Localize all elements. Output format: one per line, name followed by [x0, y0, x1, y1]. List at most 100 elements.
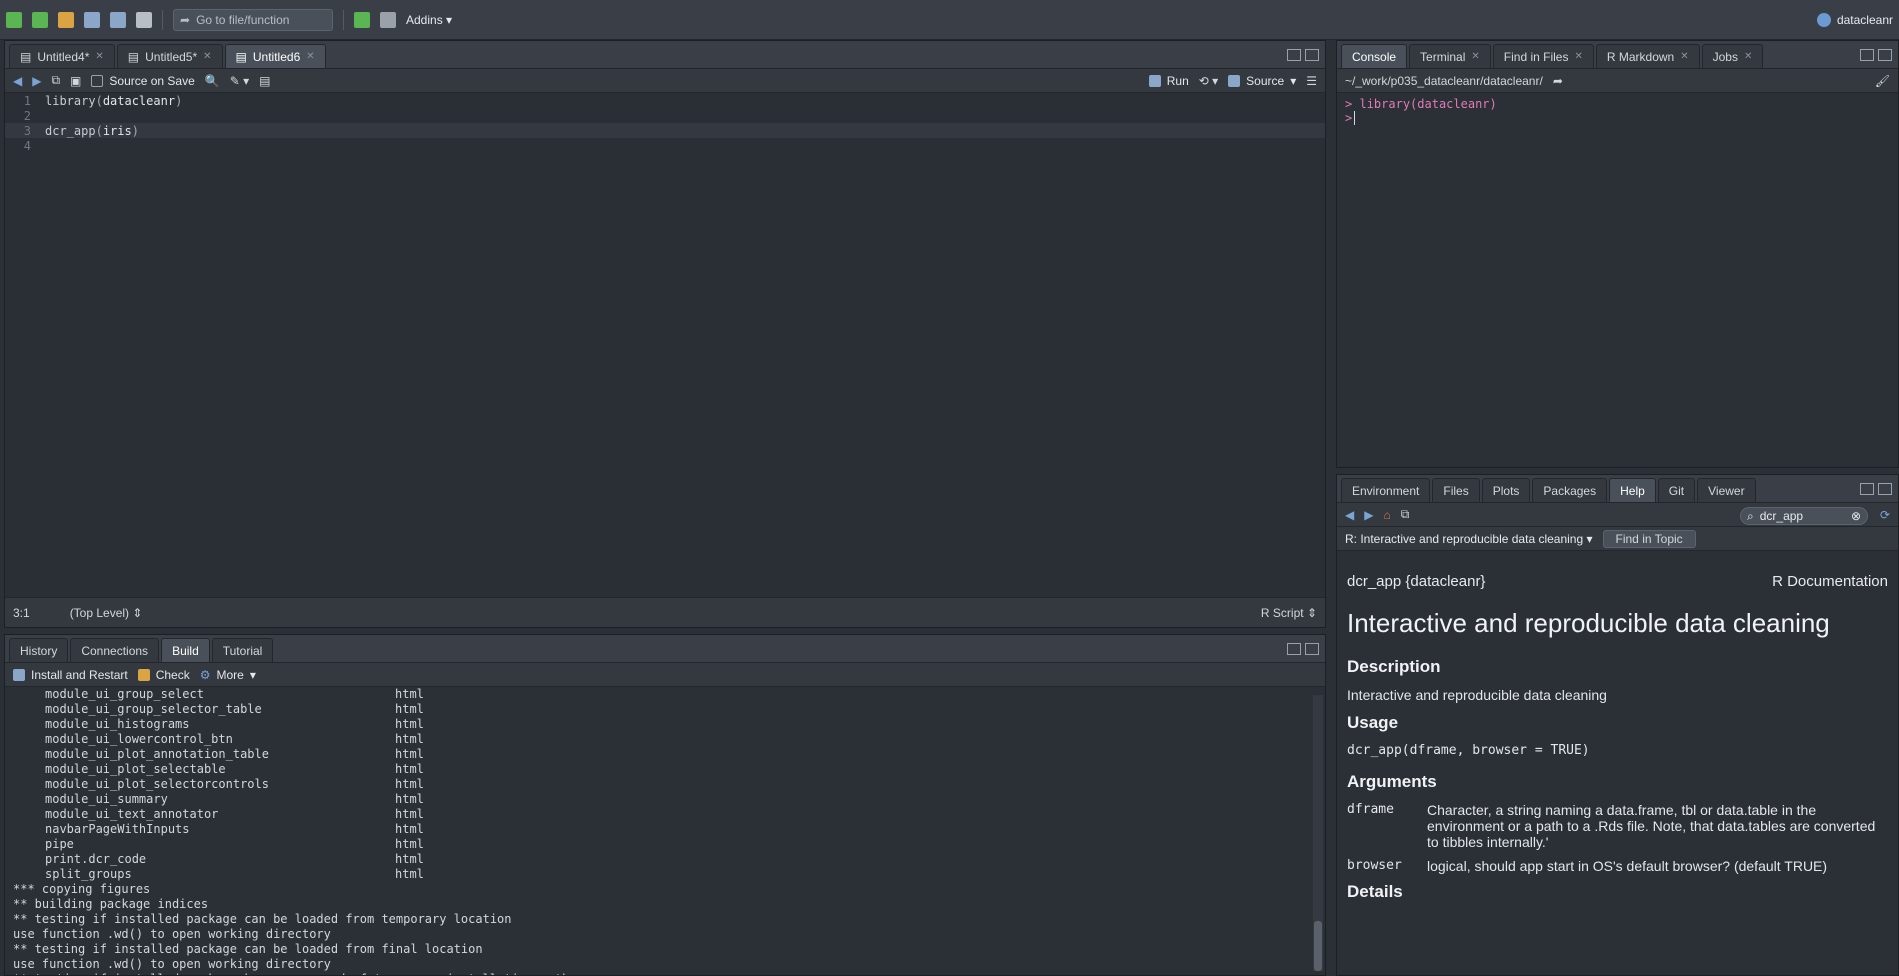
r-file-icon: ▤ [127, 49, 140, 64]
build-log-line: module_ui_plot_selectable html [45, 762, 424, 776]
rerun-icon[interactable]: ⟲ ▾ [1199, 74, 1218, 88]
addins-menu[interactable]: Addins ▾ [406, 13, 452, 27]
source-button[interactable]: Source ▾ [1228, 74, 1296, 88]
gear-icon: ⚙ [199, 667, 211, 682]
save-all-icon[interactable] [110, 11, 126, 28]
outline-icon[interactable]: ☰ [1306, 74, 1317, 88]
search-icon[interactable]: 🔍 [205, 74, 220, 88]
close-icon[interactable]: ✕ [1744, 51, 1752, 62]
build-log-line: ** testing if installed package can be l… [13, 912, 512, 926]
code-line[interactable]: 2 [5, 108, 1325, 123]
run-button[interactable]: Run [1148, 74, 1189, 88]
maximize-icon[interactable] [1878, 483, 1892, 495]
source-on-save-checkbox[interactable]: Source on Save [91, 74, 195, 88]
build-log-line: ** testing if installed package can be l… [13, 942, 483, 956]
close-icon[interactable]: ✕ [1574, 51, 1582, 62]
tab-jobs[interactable]: Jobs ✕ [1701, 44, 1764, 68]
window-controls [1287, 49, 1319, 61]
find-in-topic-button[interactable]: Find in Topic [1602, 529, 1696, 548]
code-line[interactable]: 1 library(datacleanr) [5, 93, 1325, 108]
close-icon[interactable]: ✕ [306, 51, 314, 62]
build-log-line: module_ui_summary html [45, 792, 424, 806]
home-icon[interactable]: ⌂ [1383, 508, 1390, 522]
code-line[interactable]: 4 [5, 138, 1325, 153]
version-control-icon[interactable] [354, 11, 370, 28]
close-icon[interactable]: ✕ [95, 51, 103, 62]
check-button[interactable]: Check [137, 668, 190, 682]
argument-row: browser logical, should app start in OS's… [1347, 858, 1828, 874]
file-type-selector[interactable]: R Script ⇕ [1261, 606, 1317, 620]
arrow-right-icon: ➦ [180, 12, 191, 27]
tab-help[interactable]: Help [1609, 478, 1656, 502]
build-log-line: split_groups html [45, 867, 424, 881]
save-icon[interactable]: ▣ [70, 74, 81, 88]
more-menu[interactable]: ⚙ More ▾ [200, 668, 256, 682]
minimize-icon[interactable] [1860, 49, 1874, 61]
open-folder-icon[interactable] [58, 11, 74, 28]
minimize-icon[interactable] [1287, 643, 1301, 655]
window-controls [1860, 483, 1892, 495]
maximize-icon[interactable] [1878, 49, 1892, 61]
maximize-icon[interactable] [1305, 49, 1319, 61]
clear-search-icon[interactable]: ⊗ [1851, 509, 1861, 523]
build-scrollbar[interactable] [1313, 695, 1323, 971]
close-icon[interactable]: ✕ [203, 51, 211, 62]
tab-packages[interactable]: Packages [1532, 478, 1608, 502]
topic-select[interactable]: R: Interactive and reproducible data cle… [1345, 532, 1593, 546]
scope-selector[interactable]: (Top Level) ⇕ [70, 606, 143, 620]
console-input-line[interactable]: > [1345, 111, 1890, 125]
new-file-icon[interactable] [6, 11, 22, 28]
back-arrow-icon[interactable]: ◀ [13, 74, 22, 88]
tab-console[interactable]: Console [1341, 44, 1408, 68]
tab-git[interactable]: Git [1657, 478, 1696, 502]
console-tabs: Console Terminal ✕ Find in Files ✕ R Markd… [1337, 41, 1898, 69]
help-title: Interactive and reproducible data cleani… [1347, 608, 1830, 638]
go-to-directory-icon[interactable]: ➦ [1553, 74, 1563, 88]
save-icon[interactable] [84, 11, 100, 28]
goto-file-function-input[interactable]: ➦ Go to file/function [173, 8, 333, 31]
tab-build[interactable]: Build [161, 638, 210, 662]
minimize-icon[interactable] [1287, 49, 1301, 61]
goto-placeholder: Go to file/function [196, 12, 290, 27]
minimize-icon[interactable] [1860, 483, 1874, 495]
tab-connections[interactable]: Connections [70, 638, 160, 662]
code-tools-icon[interactable]: ✎ ▾ [230, 74, 249, 88]
show-in-window-icon[interactable]: ⧉ [51, 73, 60, 88]
back-arrow-icon[interactable]: ◀ [1345, 508, 1354, 522]
tab-history[interactable]: History [9, 638, 69, 662]
tab-find-in-files[interactable]: Find in Files ✕ [1492, 44, 1594, 68]
tab-environment[interactable]: Environment [1341, 478, 1431, 502]
forward-arrow-icon[interactable]: ▶ [1364, 508, 1373, 522]
compile-report-icon[interactable]: ▤ [259, 74, 270, 88]
code-line-current[interactable]: 3 dcr_app(iris) [5, 123, 1325, 138]
project-menu[interactable]: datacleanr [1816, 12, 1893, 27]
tab-terminal[interactable]: Terminal ✕ [1409, 44, 1491, 68]
details-heading: Details [1347, 882, 1403, 901]
tab-r-markdown[interactable]: R Markdown ✕ [1595, 44, 1700, 68]
description-text: Interactive and reproducible data cleani… [1347, 687, 1607, 703]
pane-layout-icon[interactable] [380, 11, 396, 28]
source-pane: ▤ Untitled4* ✕ ▤ Untitled5* ✕ ▤ Untitled6 ✕ ◀ … [4, 40, 1326, 628]
code-editor[interactable]: 1 library(datacleanr) 2 3 dcr_app(iris) 4 [5, 93, 1325, 597]
tab-plots[interactable]: Plots [1481, 478, 1531, 502]
tab-untitled5[interactable]: ▤ Untitled5* ✕ [116, 44, 223, 68]
show-in-window-icon[interactable]: ⧉ [1401, 507, 1410, 522]
clear-console-icon[interactable]: 🖌 [1875, 74, 1890, 88]
maximize-icon[interactable] [1305, 643, 1319, 655]
build-log-line: module_ui_group_select html [45, 687, 424, 701]
print-icon[interactable] [136, 11, 152, 28]
install-and-restart-button[interactable]: Install and Restart [13, 668, 128, 682]
build-log-line: ** testing if installed package keeps a … [13, 972, 1317, 975]
new-project-icon[interactable] [32, 11, 48, 28]
tab-untitled6[interactable]: ▤ Untitled6 ✕ [224, 44, 326, 68]
close-icon[interactable]: ✕ [1680, 51, 1688, 62]
forward-arrow-icon[interactable]: ▶ [32, 74, 41, 88]
tab-viewer[interactable]: Viewer [1697, 478, 1756, 502]
refresh-icon[interactable]: ⟳ [1880, 508, 1890, 522]
close-icon[interactable]: ✕ [1471, 51, 1479, 62]
console-output[interactable]: > library(datacleanr) > [1337, 93, 1898, 129]
tab-files[interactable]: Files [1432, 478, 1480, 502]
tab-untitled4[interactable]: ▤ Untitled4* ✕ [9, 44, 115, 68]
tab-tutorial[interactable]: Tutorial [211, 638, 274, 662]
help-search-input[interactable]: ⌕ dcr_app ⊗ [1740, 507, 1868, 525]
